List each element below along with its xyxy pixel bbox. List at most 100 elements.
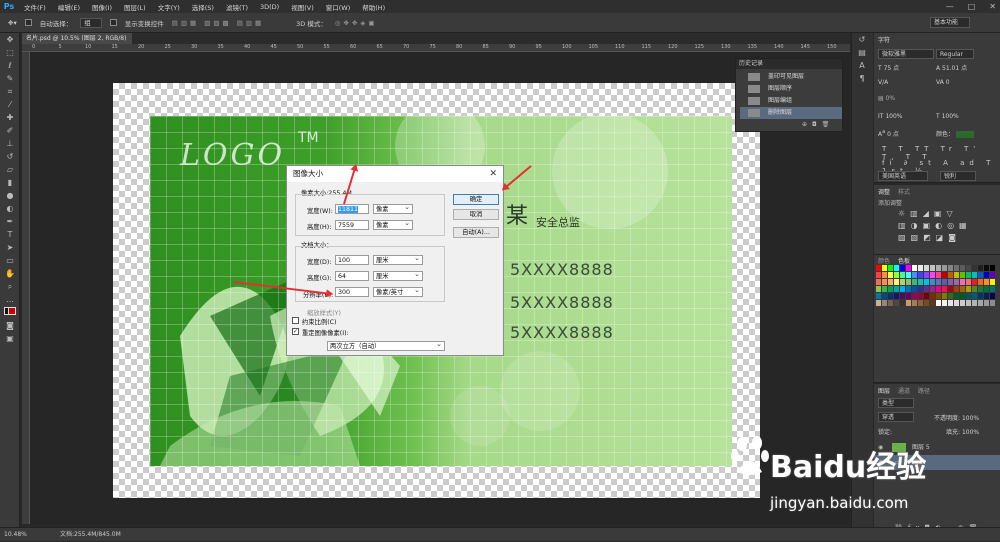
color-swatch[interactable] <box>948 279 953 285</box>
history-item[interactable]: 图层顺序 <box>740 83 842 95</box>
font-size-field[interactable]: T 75 点 <box>878 63 899 72</box>
history-tab[interactable]: 历史记录 <box>736 59 842 69</box>
color-swatch[interactable] <box>966 286 971 292</box>
document-tab[interactable]: 名片.psd @ 10.5% (图层 2, RGB/8) <box>22 33 132 44</box>
zoom-tool-icon[interactable]: ⌕ <box>0 280 20 293</box>
color-swatch[interactable] <box>882 272 887 278</box>
color-swatch[interactable] <box>906 279 911 285</box>
resample-checkbox[interactable]: ✓ <box>292 328 299 335</box>
color-swatch[interactable] <box>954 286 959 292</box>
workspace-dropdown[interactable]: 基本功能 <box>930 17 970 28</box>
color-swatch[interactable] <box>936 279 941 285</box>
color-swatch[interactable] <box>894 300 899 306</box>
dialog-close-button[interactable]: ✕ <box>489 169 497 179</box>
color-swatch[interactable] <box>966 265 971 271</box>
color-swatch[interactable] <box>894 279 899 285</box>
color-swatch[interactable] <box>882 286 887 292</box>
color-swatch[interactable] <box>966 279 971 285</box>
width-unit-select[interactable]: 像素 <box>373 203 413 214</box>
color-swatch[interactable] <box>948 272 953 278</box>
color-swatch[interactable] <box>912 293 917 299</box>
color-swatch[interactable] <box>984 300 989 306</box>
color-swatch[interactable] <box>948 265 953 271</box>
horizontal-scale-field[interactable]: T 100% <box>936 113 959 120</box>
color-swatch[interactable] <box>912 286 917 292</box>
tab-adjustments[interactable]: 调整 <box>878 187 890 196</box>
color-swatch[interactable] <box>906 272 911 278</box>
mode-3d-icons[interactable]: ◎✥✥◈▣ <box>335 19 378 27</box>
color-swatch[interactable] <box>954 293 959 299</box>
color-swatch[interactable] <box>978 272 983 278</box>
vertical-scale-field[interactable]: IT 100% <box>878 113 903 120</box>
character-tab[interactable]: 字符 <box>878 35 890 44</box>
menu-type[interactable]: 文字(Y) <box>152 2 186 12</box>
color-swatch[interactable] <box>972 300 977 306</box>
menu-view[interactable]: 视图(V) <box>285 2 320 12</box>
doc-height-input[interactable]: 64 <box>335 271 369 281</box>
menu-window[interactable]: 窗口(W) <box>320 2 357 12</box>
opacity-field[interactable]: 不透明度: 100% <box>934 413 979 422</box>
color-swatch[interactable] <box>876 293 881 299</box>
scale-styles-label[interactable]: 缩放样式(Y) <box>307 308 341 317</box>
kerning-field[interactable]: V/A <box>878 79 888 86</box>
history-item-selected[interactable]: 删除图层 <box>740 107 842 119</box>
color-swatch[interactable] <box>876 279 881 285</box>
brush-tool-icon[interactable]: ✐ <box>0 124 20 137</box>
color-swatch[interactable] <box>972 272 977 278</box>
color-swatch[interactable] <box>906 286 911 292</box>
menu-help[interactable]: 帮助(H) <box>356 2 391 12</box>
color-swatch[interactable] <box>900 265 905 271</box>
history-item[interactable]: 图层编组 <box>740 95 842 107</box>
color-swatch[interactable] <box>936 293 941 299</box>
auto-button[interactable]: 自动(A)... <box>453 227 499 238</box>
history-action-icons[interactable]: ⊕◘🗑 <box>802 121 834 128</box>
more-tools-icon[interactable]: … <box>0 293 20 306</box>
color-swatch[interactable] <box>960 279 965 285</box>
color-swatch[interactable] <box>906 265 911 271</box>
tab-styles[interactable]: 样式 <box>898 187 910 196</box>
paragraph-panel-icon[interactable]: ¶ <box>852 72 872 85</box>
ok-button[interactable]: 确定 <box>453 194 499 205</box>
color-swatches-icon[interactable] <box>0 306 20 319</box>
doc-info[interactable]: 文档:255.4M/845.0M <box>60 528 121 542</box>
resample-label[interactable]: 重定图像像素(I): <box>302 328 349 337</box>
history-panel-icon[interactable]: ↺ <box>852 33 872 46</box>
align-icons[interactable]: ▤▥▦ ▧▨▩ ▤▥▦ <box>172 19 264 27</box>
color-swatch[interactable] <box>918 265 923 271</box>
color-swatch[interactable] <box>930 272 935 278</box>
color-swatch[interactable] <box>942 286 947 292</box>
color-swatch[interactable] <box>960 286 965 292</box>
tab-swatches[interactable]: 色板 <box>898 256 910 265</box>
color-swatch[interactable] <box>888 300 893 306</box>
text-color-field[interactable]: 颜色： <box>936 129 974 138</box>
color-swatch[interactable] <box>978 279 983 285</box>
color-swatch[interactable] <box>900 272 905 278</box>
tab-layers[interactable]: 图层 <box>878 386 890 395</box>
color-swatch[interactable] <box>876 286 881 292</box>
color-swatch[interactable] <box>930 286 935 292</box>
color-swatch[interactable] <box>990 286 995 292</box>
color-swatch[interactable] <box>942 272 947 278</box>
history-item[interactable]: 盖印可见图层 <box>740 71 842 83</box>
color-swatch[interactable] <box>876 300 881 306</box>
shape-tool-icon[interactable]: ▭ <box>0 254 20 267</box>
healing-tool-icon[interactable]: ✚ <box>0 111 20 124</box>
color-swatch[interactable] <box>948 293 953 299</box>
font-family-select[interactable]: 微软雅黑 <box>878 49 934 59</box>
quick-select-tool-icon[interactable]: ✎ <box>0 72 20 85</box>
color-swatch[interactable] <box>918 286 923 292</box>
menu-layer[interactable]: 图层(L) <box>118 2 152 12</box>
resample-method-select[interactable]: 两次立方（自动） <box>327 340 445 351</box>
menu-select[interactable]: 选择(S) <box>186 2 220 12</box>
menu-filter[interactable]: 滤镜(T) <box>220 2 254 12</box>
color-swatch[interactable] <box>924 279 929 285</box>
show-transform-checkbox[interactable] <box>109 19 117 26</box>
color-swatch[interactable] <box>966 293 971 299</box>
color-swatch[interactable] <box>936 272 941 278</box>
resolution-unit-select[interactable]: 像素/英寸 <box>373 286 423 297</box>
stamp-tool-icon[interactable]: ⊥ <box>0 137 20 150</box>
color-swatch[interactable] <box>888 272 893 278</box>
color-swatch[interactable] <box>912 265 917 271</box>
color-swatch[interactable] <box>942 279 947 285</box>
type-tool-icon[interactable]: T <box>0 228 20 241</box>
